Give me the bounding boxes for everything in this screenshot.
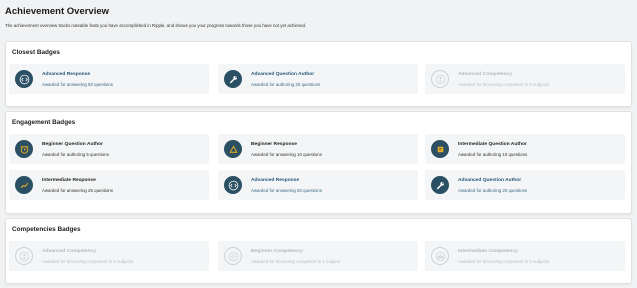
badge-name: Beginner Question Author [42, 142, 103, 147]
badge-name: Intermediate Question Author [458, 142, 527, 147]
badge-name: Advanced Competency [458, 72, 513, 77]
badge-description: Awarded for becoming competent in 5 subj… [458, 82, 550, 87]
badge-card[interactable]: Advanced Response Awarded for answering … [218, 170, 418, 200]
badge-description: Awarded for answering 50 questions [42, 82, 113, 87]
badge-description: Awarded for becoming competent in 1 subj… [251, 259, 341, 264]
badge-description: Awarded for authoring 20 questions [251, 82, 321, 87]
code-icon [224, 176, 242, 194]
badge-name: Intermediate Competency [458, 249, 518, 254]
triangle-warning-icon [224, 140, 242, 158]
badge-card[interactable]: Advanced Competency Awarded for becoming… [9, 241, 209, 271]
badge-card[interactable]: Advanced Response Awarded for answering … [9, 64, 209, 94]
badge-name: Advanced Response [251, 178, 300, 183]
badge-name: Beginner Competency [251, 249, 303, 254]
page-subtitle: The achievement overview tracks noteable… [5, 23, 307, 28]
badge-card[interactable]: Intermediate Competency Awarded for beco… [425, 241, 625, 271]
badge-description: Awarded for authoring 5 questions [42, 152, 109, 157]
badge-card[interactable]: Beginner Response Awarded for answering … [218, 134, 418, 164]
alarm-clock-icon [15, 140, 33, 158]
section-title: Closest Badges [12, 49, 60, 56]
wrench-icon [431, 176, 449, 194]
person-icon [15, 247, 33, 265]
badge-card[interactable]: Beginner Question Author Awarded for aut… [9, 134, 209, 164]
badge-name: Advanced Question Author [458, 178, 522, 183]
badge-name: Advanced Competency [42, 249, 97, 254]
badge-card[interactable]: Advanced Question Author Awarded for aut… [425, 170, 625, 200]
code-icon [15, 70, 33, 88]
badge-name: Beginner Response [251, 142, 297, 147]
engagement-badges-section: Engagement Badges Beginner Question Auth… [5, 111, 632, 214]
badge-card[interactable]: Intermediate Question Author Awarded for… [425, 134, 625, 164]
note-icon [431, 140, 449, 158]
badge-description: Awarded for becoming competent in 5 subj… [42, 259, 134, 264]
badge-name: Intermediate Response [42, 178, 96, 183]
badge-description: Awarded for authoring 20 questions [458, 188, 528, 193]
badge-card[interactable]: Beginner Competency Awarded for becoming… [218, 241, 418, 271]
bicycle-icon [431, 247, 449, 265]
badge-description: Awarded for answering 10 questions [251, 152, 322, 157]
badge-name: Advanced Question Author [251, 72, 315, 77]
achievement-page: Achievement Overview The achievement ove… [0, 0, 637, 28]
trend-line-icon [15, 176, 33, 194]
badge-description: Awarded for becoming competent in 3 subj… [458, 259, 550, 264]
badge-card[interactable]: Intermediate Response Awarded for answer… [9, 170, 209, 200]
gear-badge-icon [224, 247, 242, 265]
person-icon [431, 70, 449, 88]
badge-name: Advanced Response [42, 72, 91, 77]
section-title: Engagement Badges [12, 119, 76, 126]
badge-description: Awarded for authoring 10 questions [458, 152, 528, 157]
page-title: Achievement Overview [5, 6, 110, 17]
badge-card[interactable]: Advanced Question Author Awarded for aut… [218, 64, 418, 94]
closest-badges-section: Closest Badges Advanced Response Awarded… [5, 41, 632, 107]
badge-description: Awarded for answering 25 questions [42, 188, 113, 193]
competencies-badges-section: Competencies Badges Advanced Competency … [5, 218, 632, 284]
wrench-icon [224, 70, 242, 88]
badge-card[interactable]: Advanced Competency Awarded for becoming… [425, 64, 625, 94]
badge-description: Awarded for answering 50 questions [251, 188, 322, 193]
section-title: Competencies Badges [12, 226, 81, 233]
